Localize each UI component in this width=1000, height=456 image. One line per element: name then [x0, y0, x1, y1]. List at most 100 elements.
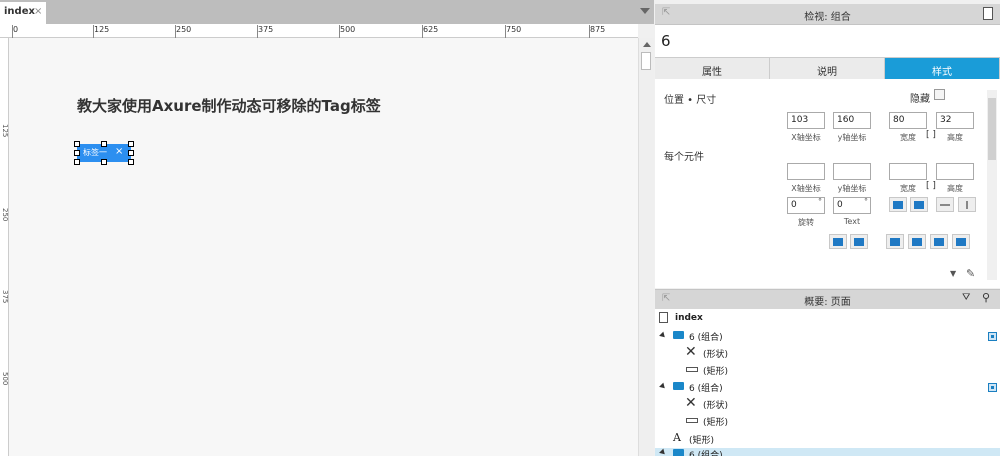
hidden-checkbox[interactable]	[934, 89, 945, 100]
collapse-triangle-icon[interactable]	[659, 331, 667, 340]
horizontal-ruler: 0 125 250 375 500 625 750 875	[0, 24, 638, 38]
ruler-label: 250	[176, 25, 192, 34]
ruler-label: 625	[423, 25, 439, 34]
outline-row-rectangle[interactable]: (矩形)	[655, 361, 1000, 378]
height-label: 高度	[947, 133, 963, 142]
page-icon[interactable]	[983, 7, 993, 20]
vertical-ruler: 125 250 375 500	[0, 38, 9, 456]
distribute-vertical-icon[interactable]	[958, 197, 976, 212]
tab-style[interactable]: 样式	[885, 58, 1000, 79]
resize-handle[interactable]	[74, 159, 80, 165]
outline-row-shape[interactable]: ✕ (形状)	[655, 395, 1000, 412]
y-coordinate-input[interactable]: 160	[833, 112, 871, 129]
height-input[interactable]: 32	[936, 112, 974, 129]
scrollbar-thumb[interactable]	[641, 52, 651, 70]
lock-aspect-icon[interactable]: [ ]	[926, 181, 936, 191]
page-icon	[659, 312, 668, 323]
visibility-icon[interactable]	[988, 383, 997, 392]
resize-handle[interactable]	[101, 141, 107, 147]
x-coordinate-input[interactable]: 103	[787, 112, 825, 129]
document-tab-bar	[0, 0, 654, 24]
x-label: X轴坐标	[791, 133, 821, 142]
ruler-label: 250	[1, 208, 9, 222]
collapse-triangle-icon[interactable]	[659, 448, 667, 456]
rotation-label: 旋转	[798, 218, 814, 227]
send-to-back-icon[interactable]	[850, 234, 868, 249]
position-size-heading: 位置 • 尺寸	[664, 95, 717, 106]
outline-row-label: (形状)	[703, 401, 729, 411]
expand-down-icon[interactable]: ▼	[950, 269, 956, 278]
bring-to-front-icon[interactable]	[829, 234, 847, 249]
tab-notes[interactable]: 说明	[770, 58, 885, 79]
tab-properties[interactable]: 属性	[655, 58, 770, 79]
visibility-icon[interactable]	[988, 332, 997, 341]
ruler-label: 375	[258, 25, 274, 34]
collapse-triangle-icon[interactable]	[659, 382, 667, 391]
ungroup-icon[interactable]	[952, 234, 970, 249]
ruler-label: 125	[94, 25, 110, 34]
degree-symbol: °	[818, 197, 822, 206]
resize-handle[interactable]	[128, 159, 134, 165]
widget-name-value: 6	[661, 32, 671, 50]
outline-row-label: (矩形)	[689, 436, 715, 446]
resize-handle[interactable]	[74, 141, 80, 147]
outline-row-group-selected[interactable]: 6 (组合)	[655, 448, 1000, 456]
outline-row-label: 6 (组合)	[689, 451, 723, 456]
each-height-input[interactable]	[936, 163, 974, 180]
outline-row-group[interactable]: 6 (组合)	[655, 378, 1000, 395]
ruler-label: 750	[506, 25, 522, 34]
send-backward-icon[interactable]	[908, 234, 926, 249]
canvas-heading-text[interactable]: 教大家使用Axure制作动态可移除的Tag标签	[77, 95, 381, 116]
flip-vertical-icon[interactable]	[910, 197, 928, 212]
y-label: y轴坐标	[837, 184, 867, 193]
each-width-input[interactable]	[889, 163, 927, 180]
ruler-label: 125	[1, 124, 9, 138]
edit-style-icon[interactable]: ✎	[966, 267, 975, 280]
width-label: 宽度	[900, 133, 916, 142]
tab-list-dropdown-icon[interactable]	[640, 8, 650, 14]
resize-handle[interactable]	[74, 150, 80, 156]
group-icon[interactable]	[930, 234, 948, 249]
outline-row-page[interactable]: index	[655, 310, 1000, 327]
widget-name-input[interactable]	[655, 25, 1000, 58]
x-label: X轴坐标	[791, 184, 821, 193]
filter-icon[interactable]: ⛛	[962, 292, 970, 303]
bring-forward-icon[interactable]	[886, 234, 904, 249]
folder-icon	[673, 449, 684, 456]
hidden-label: 隐藏	[910, 94, 930, 105]
scrollbar-thumb[interactable]	[988, 98, 996, 160]
each-y-input[interactable]	[833, 163, 871, 180]
each-element-heading: 每个元件	[664, 152, 704, 163]
rectangle-icon	[686, 418, 698, 423]
close-shape-icon: ✕	[685, 344, 697, 360]
canvas-scrollbar[interactable]	[638, 38, 654, 456]
outline-row-label: (形状)	[703, 350, 729, 360]
text-icon: A	[673, 431, 681, 444]
scroll-up-icon[interactable]	[643, 42, 651, 47]
tab-close-icon[interactable]: ×	[34, 6, 42, 17]
outline-row-shape[interactable]: ✕ (形状)	[655, 344, 1000, 361]
ruler-label: 375	[1, 290, 9, 304]
flip-horizontal-icon[interactable]	[889, 197, 907, 212]
width-input[interactable]: 80	[889, 112, 927, 129]
ruler-label: 500	[1, 372, 9, 386]
lock-aspect-icon[interactable]: [ ]	[926, 130, 936, 140]
resize-handle[interactable]	[128, 150, 134, 156]
tag-close-icon[interactable]: ×	[115, 146, 123, 157]
each-x-input[interactable]	[787, 163, 825, 180]
outline-row-rectangle[interactable]: (矩形)	[655, 412, 1000, 429]
text-rotation-label: Text	[843, 217, 861, 226]
distribute-horizontal-icon[interactable]	[936, 197, 954, 212]
folder-icon	[673, 382, 684, 390]
height-label: 高度	[947, 184, 963, 193]
resize-handle[interactable]	[128, 141, 134, 147]
resize-handle[interactable]	[101, 159, 107, 165]
width-label: 宽度	[900, 184, 916, 193]
tag-label: 标签一	[83, 148, 107, 157]
ruler-label: 500	[340, 25, 356, 34]
outline-row-label: (矩形)	[703, 367, 729, 377]
outline-row-group[interactable]: 6 (组合)	[655, 327, 1000, 344]
ruler-label: 0	[13, 25, 19, 34]
search-icon[interactable]: ⚲	[982, 291, 990, 304]
outline-row-text[interactable]: A (矩形)	[655, 430, 1000, 447]
